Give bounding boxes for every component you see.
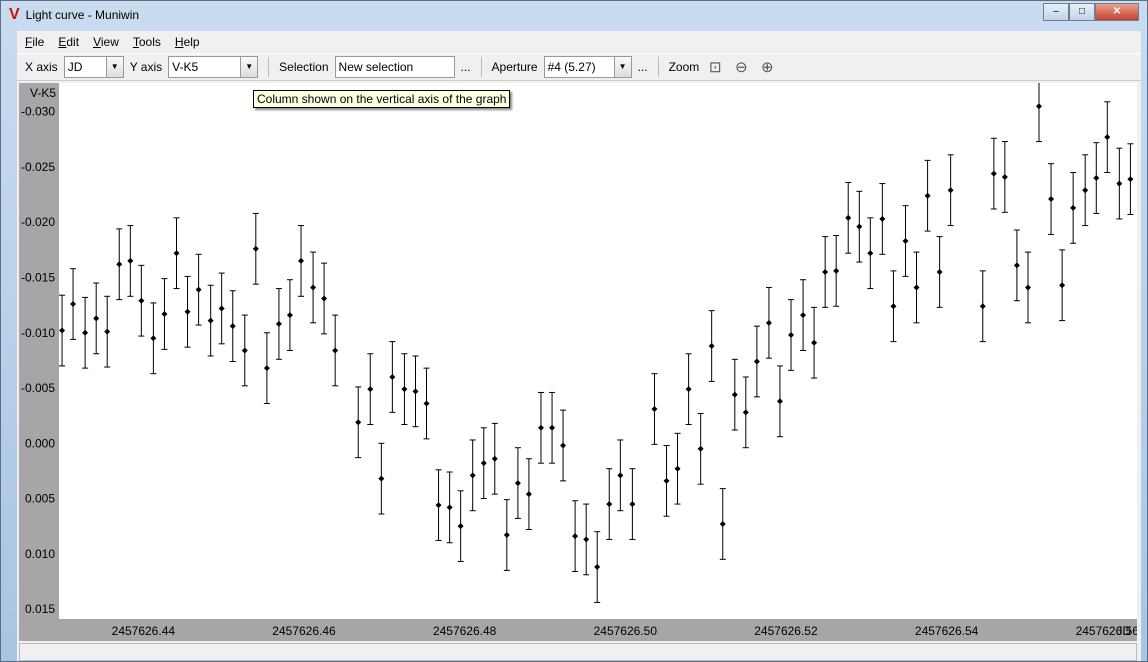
y-tick-label: -0.030 — [21, 105, 55, 119]
y-tick-label: 0.000 — [25, 436, 55, 450]
y-tick-label: -0.005 — [21, 381, 55, 395]
selection-value: New selection — [338, 60, 414, 74]
graph[interactable]: V-K5 -0.030 -0.025 -0.020 -0.015 -0.010 -0.005… — [19, 83, 1137, 641]
minimize-button[interactable]: – — [1043, 3, 1069, 21]
x-axis-value: JD — [67, 60, 83, 74]
selection-more-button[interactable]: ... — [461, 60, 471, 74]
zoom-out-icon[interactable]: ⊖ — [731, 58, 751, 76]
y-axis-label: Y axis — [129, 60, 163, 74]
close-button[interactable]: ✕ — [1095, 3, 1139, 21]
toolbar: X axis JD ▼ Y axis V-K5 ▼ Selection New se… — [17, 53, 1141, 81]
aperture-select[interactable]: #4 (5.27) ▼ — [543, 56, 632, 78]
title-bar: V Light curve - Muniwin — [9, 1, 139, 29]
separator — [480, 57, 482, 77]
chevron-down-icon[interactable]: ▼ — [240, 57, 258, 77]
tooltip: Column shown on the vertical axis of the… — [253, 90, 511, 108]
x-tick-label: 2457626.44 — [112, 624, 176, 638]
zoom-label: Zoom — [668, 60, 700, 74]
menu-help[interactable]: Help — [175, 35, 200, 49]
chevron-down-icon[interactable]: ▼ — [105, 57, 123, 77]
selection-field[interactable]: New selection — [334, 56, 455, 78]
x-axis-label: X axis — [25, 60, 58, 74]
x-tick-label: 2457626.54 — [915, 624, 979, 638]
aperture-label: Aperture — [491, 60, 538, 74]
status-bar — [19, 643, 1137, 661]
plot-area — [59, 83, 1137, 619]
zoom-fit-icon[interactable]: ⊡ — [705, 58, 725, 76]
aperture-more-button[interactable]: ... — [638, 60, 648, 74]
zoom-in-icon[interactable]: ⊕ — [757, 58, 777, 76]
x-tick-label: 2457626.50 — [594, 624, 658, 638]
x-tick-label: 2457626.46 — [272, 624, 336, 638]
menu-bar: File Edit View Tools Help — [17, 31, 1141, 53]
window-title: Light curve - Muniwin — [25, 8, 140, 22]
client-area: File Edit View Tools Help X axis JD ▼ Y a… — [17, 31, 1141, 661]
selection-label: Selection — [279, 60, 329, 74]
window: V Light curve - Muniwin – □ ✕ File Edit … — [0, 0, 1148, 662]
separator — [268, 57, 270, 77]
maximize-button[interactable]: □ — [1069, 3, 1095, 21]
x-tick-label: 2457626.48 — [433, 624, 497, 638]
separator — [657, 57, 659, 77]
y-tick-label: -0.015 — [21, 271, 55, 285]
y-tick-label: -0.010 — [21, 326, 55, 340]
y-axis-select[interactable]: V-K5 ▼ — [168, 56, 259, 78]
y-tick-label: -0.020 — [21, 215, 55, 229]
y-axis-value: V-K5 — [172, 60, 199, 74]
menu-edit[interactable]: Edit — [58, 35, 79, 49]
light-curve-chart[interactable]: V-K5 -0.030 -0.025 -0.020 -0.015 -0.010 -0.005… — [19, 83, 1137, 641]
y-tick-label: -0.025 — [21, 160, 55, 174]
menu-file[interactable]: File — [25, 35, 44, 49]
x-axis-label: JD — [1116, 624, 1131, 638]
y-tick-label: 0.015 — [25, 602, 55, 616]
menu-tools[interactable]: Tools — [133, 35, 161, 49]
chevron-down-icon[interactable]: ▼ — [613, 57, 631, 77]
menu-view[interactable]: View — [93, 35, 119, 49]
x-tick-label: 2457626.52 — [754, 624, 818, 638]
app-logo-icon: V — [9, 6, 20, 23]
x-axis-select[interactable]: JD ▼ — [63, 56, 124, 78]
aperture-value: #4 (5.27) — [547, 60, 596, 74]
y-tick-label: 0.010 — [25, 547, 55, 561]
y-tick-label: 0.005 — [25, 492, 55, 506]
y-axis-label: V-K5 — [30, 86, 56, 100]
